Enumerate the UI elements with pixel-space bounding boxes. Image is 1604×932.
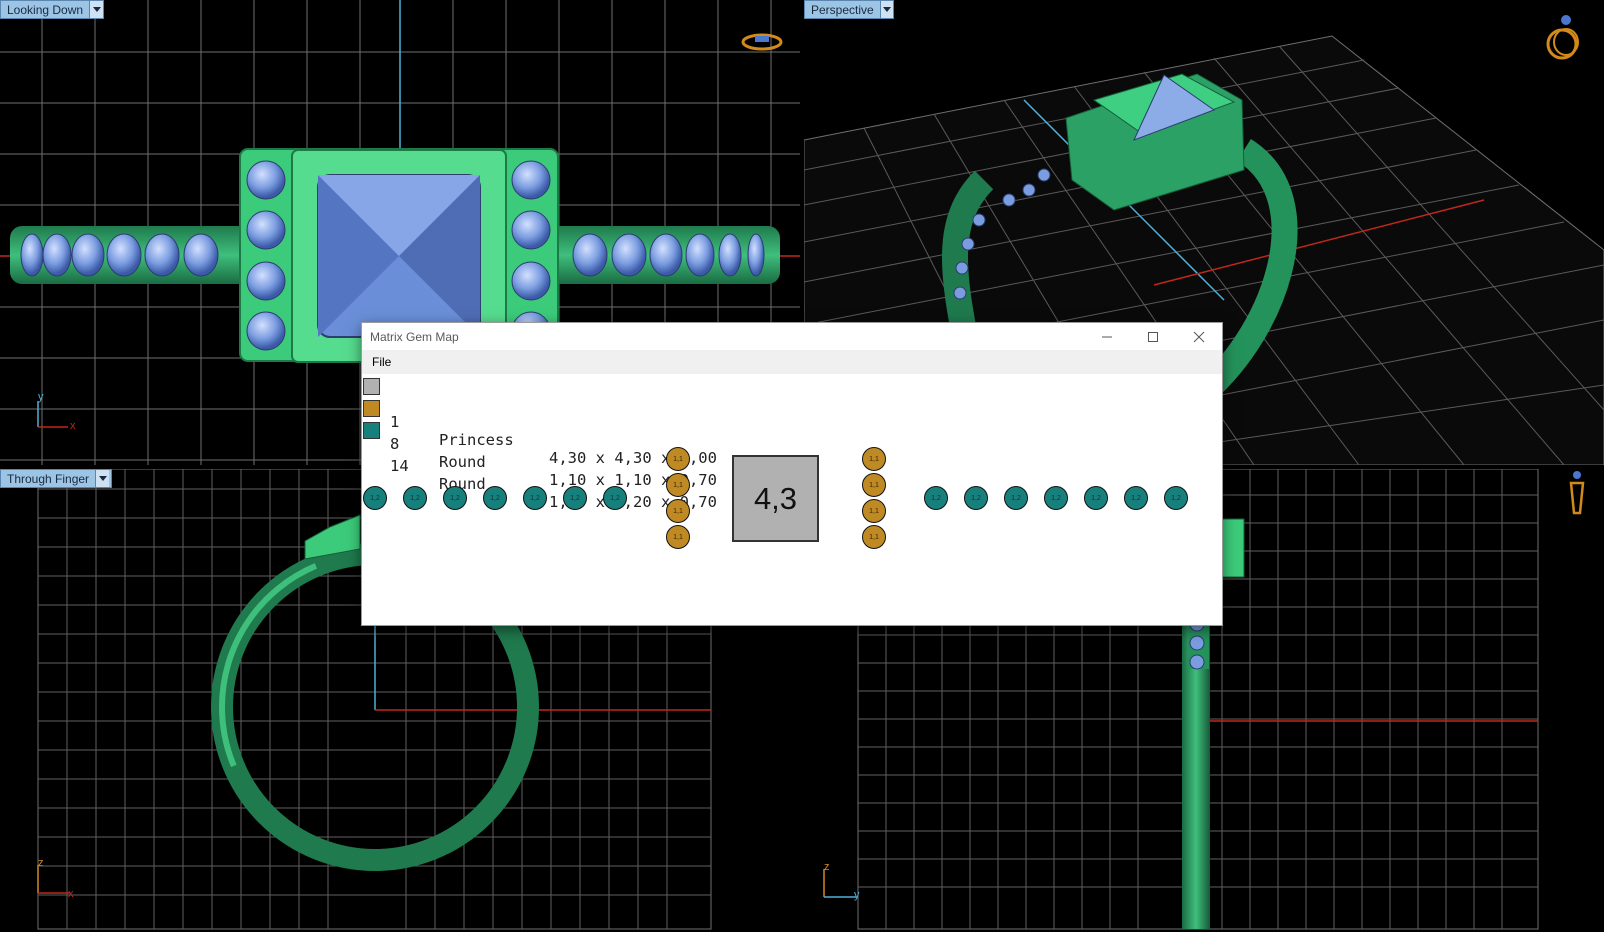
gem-marker[interactable]: 1,2: [603, 486, 627, 510]
axis-label-x: x: [68, 888, 74, 900]
center-stone-marker[interactable]: 4,3: [732, 455, 819, 542]
viewport-label-tab[interactable]: Through Finger: [0, 469, 112, 488]
maximize-icon[interactable]: [1130, 323, 1176, 350]
axis-label-z: z: [38, 857, 44, 869]
viewport-label-tab[interactable]: Perspective: [804, 0, 894, 19]
legend-swatch: [363, 400, 380, 417]
chevron-down-icon[interactable]: [95, 470, 110, 487]
gem-map-dialog[interactable]: Matrix Gem Map File 1 Princess 4,30 x 4,…: [362, 323, 1222, 625]
menu-file[interactable]: File: [362, 355, 401, 369]
gem-marker[interactable]: 1,2: [443, 486, 467, 510]
gem-marker[interactable]: 1,1: [862, 473, 886, 497]
dialog-titlebar[interactable]: Matrix Gem Map: [362, 323, 1222, 350]
dialog-title: Matrix Gem Map: [370, 329, 459, 344]
legend-row: 14 Round 1,20 x 1,20 x 0,70: [363, 421, 717, 529]
legend-swatch: [363, 378, 380, 395]
dialog-menubar: File: [362, 350, 1222, 374]
gem-marker[interactable]: 1,2: [1164, 486, 1188, 510]
gem-marker[interactable]: 1,1: [862, 499, 886, 523]
ring-view-icon[interactable]: [1562, 469, 1592, 523]
gem-marker[interactable]: 1,2: [1004, 486, 1028, 510]
chevron-down-icon[interactable]: [879, 1, 893, 18]
gem-marker[interactable]: 1,2: [483, 486, 507, 510]
ring-view-icon[interactable]: [740, 28, 784, 56]
viewport-label: Perspective: [811, 3, 874, 17]
gem-marker[interactable]: 1,1: [666, 499, 690, 523]
legend-swatch: [363, 422, 380, 439]
viewport-label-tab[interactable]: Looking Down: [0, 0, 104, 19]
legend-dimensions: 4,30 x 4,30 x 3,00: [549, 449, 717, 467]
gem-marker[interactable]: 1,1: [666, 447, 690, 471]
gem-marker[interactable]: 1,1: [666, 473, 690, 497]
viewport-label: Looking Down: [7, 3, 84, 17]
minimize-icon[interactable]: [1084, 323, 1130, 350]
axis-label-z: z: [824, 861, 830, 873]
legend-shape: Round: [439, 453, 486, 471]
gem-marker[interactable]: 1,2: [1124, 486, 1148, 510]
gem-marker[interactable]: 1,2: [924, 486, 948, 510]
chevron-down-icon[interactable]: [89, 1, 103, 18]
legend-count: 14: [390, 457, 409, 475]
gem-marker[interactable]: 1,2: [363, 486, 387, 510]
axis-label-x: x: [70, 420, 76, 432]
gem-marker[interactable]: 1,2: [403, 486, 427, 510]
gem-marker[interactable]: 1,2: [563, 486, 587, 510]
gem-marker[interactable]: 1,2: [1084, 486, 1108, 510]
ring-view-icon[interactable]: [1542, 12, 1586, 62]
legend-shape: Princess: [439, 431, 514, 449]
gem-marker[interactable]: 1,1: [862, 525, 886, 549]
gem-marker[interactable]: 1,2: [523, 486, 547, 510]
axis-label-y: y: [38, 391, 44, 403]
gem-marker[interactable]: 1,1: [666, 525, 690, 549]
gem-marker[interactable]: 1,1: [862, 447, 886, 471]
gem-marker[interactable]: 1,2: [1044, 486, 1068, 510]
close-icon[interactable]: [1176, 323, 1222, 350]
axis-label-y: y: [854, 889, 860, 901]
gem-marker[interactable]: 1,2: [964, 486, 988, 510]
viewport-label: Through Finger: [7, 472, 90, 486]
